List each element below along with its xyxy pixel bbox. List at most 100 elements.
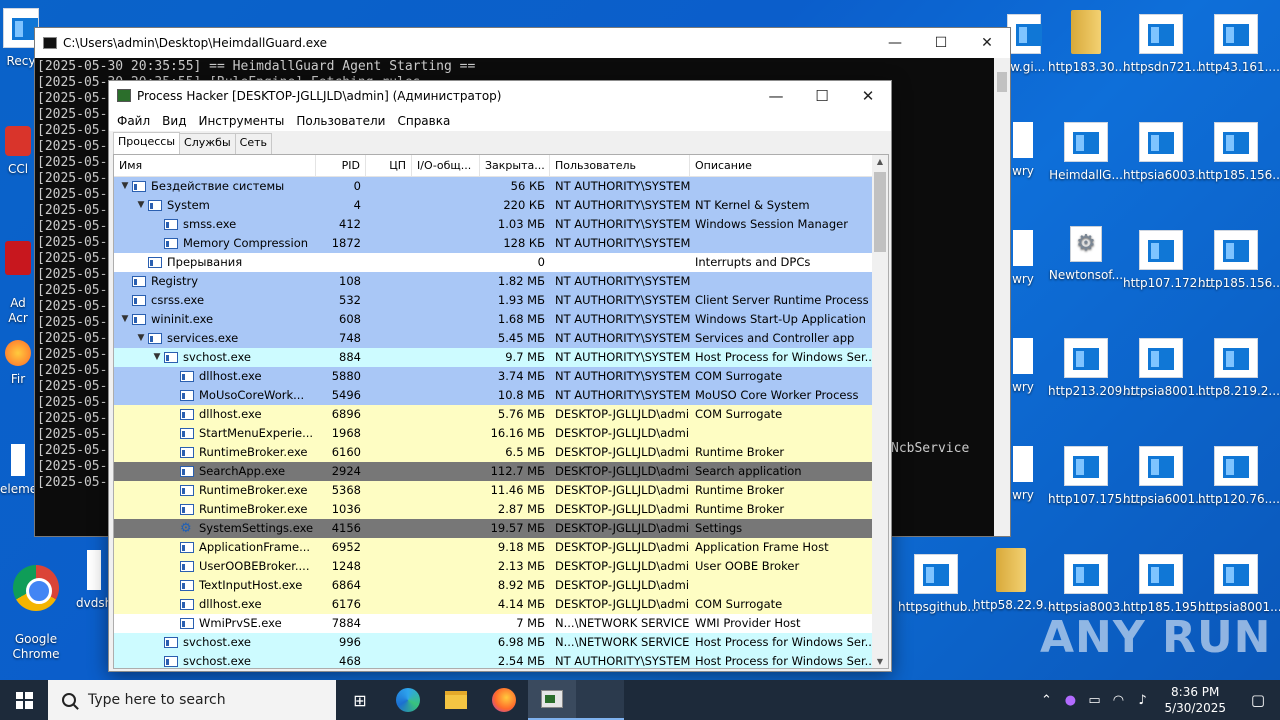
- process-hacker-window[interactable]: Process Hacker [DESKTOP-JGLLJLD\admin] (…: [108, 80, 892, 672]
- expand-arrow-icon[interactable]: ▼: [150, 348, 164, 367]
- desktop-icon[interactable]: http120.76....: [1198, 446, 1280, 507]
- desktop-icon[interactable]: httpsia8003...: [1048, 554, 1132, 615]
- tab-processes[interactable]: Процессы: [113, 132, 181, 154]
- process-row[interactable]: StartMenuExperie... 1968 16.16 МБ DESKTOP-J…: [114, 424, 874, 443]
- process-row[interactable]: SearchApp.exe 2924 112.7 МБ DESKTOP-JGLLJLD…: [114, 462, 874, 481]
- expand-arrow-icon[interactable]: ▼: [134, 196, 148, 215]
- console-titlebar[interactable]: C:\Users\admin\Desktop\HeimdallGuard.exe…: [35, 28, 1010, 58]
- process-row[interactable]: ▼ System 4 220 КБ NT AUTHORITY\SYSTEM NT Kern…: [114, 196, 874, 215]
- desktop-icon[interactable]: httpsia6003...: [1123, 122, 1207, 183]
- desktop-icon-dvdshrink[interactable]: dvdsh: [76, 550, 112, 611]
- process-row[interactable]: ▼ svchost.exe 884 9.7 МБ NT AUTHORITY\SYSTEM…: [114, 348, 874, 367]
- desktop-icon[interactable]: httpsia6001...: [1123, 446, 1207, 507]
- process-row[interactable]: TextInputHost.exe 6864 8.92 МБ DESKTOP-JGLL…: [114, 576, 874, 595]
- scroll-thumb[interactable]: [997, 72, 1007, 92]
- tab-network[interactable]: Сеть: [234, 133, 272, 154]
- scroll-thumb[interactable]: [874, 172, 886, 252]
- desktop-icon[interactable]: httpsdn721...: [1123, 14, 1203, 75]
- taskbar-console[interactable]: [576, 680, 624, 720]
- minimize-button[interactable]: —: [753, 81, 799, 111]
- process-row[interactable]: UserOOBEBroker.... 1248 2.13 МБ DESKTOP-JGL…: [114, 557, 874, 576]
- maximize-button[interactable]: ☐: [918, 28, 964, 58]
- close-button[interactable]: ✕: [845, 81, 891, 111]
- column-header-pid[interactable]: PID: [316, 155, 366, 177]
- scroll-up-icon[interactable]: ▲: [872, 157, 888, 166]
- desktop-icon[interactable]: http107.175....: [1048, 446, 1138, 507]
- desktop-icon-google-chrome[interactable]: Google Chrome: [0, 550, 74, 662]
- notification-icon[interactable]: ▢: [1236, 680, 1280, 720]
- taskbar-edge[interactable]: [384, 680, 432, 720]
- process-row[interactable]: RuntimeBroker.exe 5368 11.46 МБ DESKTOP-JGL…: [114, 481, 874, 500]
- process-row[interactable]: dllhost.exe 5880 3.74 МБ NT AUTHORITY\SYSTE…: [114, 367, 874, 386]
- process-row[interactable]: ▼ Бездействие системы 0 56 КБ NT AUTHORITY\S…: [114, 177, 874, 196]
- taskbar-process-hacker[interactable]: [528, 680, 576, 720]
- process-row[interactable]: WmiPrvSE.exe 7884 7 МБ N...\NETWORK SERVICE…: [114, 614, 874, 633]
- desktop-icon-element[interactable]: eleme: [0, 444, 37, 497]
- column-header-user[interactable]: Пользователь: [550, 155, 690, 177]
- column-header-description[interactable]: Описание: [690, 155, 874, 177]
- menu-tools[interactable]: Инструменты: [192, 111, 290, 131]
- process-row[interactable]: MoUsoCoreWork... 5496 10.8 МБ NT AUTHORITY\…: [114, 386, 874, 405]
- desktop-icon[interactable]: wry: [1006, 338, 1040, 395]
- desktop-icon[interactable]: http213.209....: [1048, 338, 1138, 399]
- minimize-button[interactable]: —: [872, 28, 918, 58]
- console-scrollbar[interactable]: [994, 58, 1010, 536]
- desktop-icon[interactable]: httpsia8001...: [1198, 554, 1280, 615]
- desktop-icon[interactable]: http185.156....: [1198, 122, 1280, 183]
- process-row[interactable]: Прерывания 0 Interrupts and DPCs: [114, 253, 874, 272]
- process-row[interactable]: dllhost.exe 6896 5.76 МБ DESKTOP-JGLLJLD\ad…: [114, 405, 874, 424]
- chevron-up-icon[interactable]: ⌃: [1034, 693, 1058, 708]
- process-row[interactable]: svchost.exe 468 2.54 МБ NT AUTHORITY\SYSTEM…: [114, 652, 874, 668]
- menu-users[interactable]: Пользователи: [290, 111, 391, 131]
- column-header-io[interactable]: I/O-общ...: [412, 155, 480, 177]
- process-row[interactable]: ▼ wininit.exe 608 1.68 МБ NT AUTHORITY\SYSTE…: [114, 310, 874, 329]
- network-icon[interactable]: ▭: [1082, 693, 1106, 708]
- process-list-scrollbar[interactable]: ▲ ▼: [872, 155, 888, 668]
- process-row[interactable]: smss.exe 412 1.03 МБ NT AUTHORITY\SYSTEM Win…: [114, 215, 874, 234]
- menu-view[interactable]: Вид: [156, 111, 192, 131]
- column-header-name[interactable]: Имя: [114, 155, 316, 177]
- process-row[interactable]: ▼ services.exe 748 5.45 МБ NT AUTHORITY\SYST…: [114, 329, 874, 348]
- start-button[interactable]: [0, 680, 48, 720]
- desktop-icon-firefox[interactable]: Fir: [0, 340, 36, 387]
- desktop-icon[interactable]: wry: [1006, 446, 1040, 503]
- desktop-icon[interactable]: http8.219.2....: [1198, 338, 1280, 399]
- process-row[interactable]: Memory Compression 1872 128 КБ NT AUTHORITY…: [114, 234, 874, 253]
- process-row[interactable]: RuntimeBroker.exe 1036 2.87 МБ DESKTOP-JGLL…: [114, 500, 874, 519]
- scroll-down-icon[interactable]: ▼: [872, 657, 888, 666]
- desktop-icon[interactable]: http183.30....: [1048, 10, 1130, 75]
- desktop-icon[interactable]: HeimdallG...: [1048, 122, 1124, 183]
- expand-arrow-icon[interactable]: ▼: [134, 329, 148, 348]
- taskbar-search-box[interactable]: Type here to search: [48, 680, 336, 720]
- desktop-icon-acrobat[interactable]: Ad Acr: [0, 226, 36, 326]
- expand-arrow-icon[interactable]: ▼: [118, 177, 132, 196]
- process-row[interactable]: dllhost.exe 6176 4.14 МБ DESKTOP-JGLLJLD\ad…: [114, 595, 874, 614]
- task-view-button[interactable]: ⊞: [336, 680, 384, 720]
- menu-help[interactable]: Справка: [391, 111, 456, 131]
- desktop-icon[interactable]: ⚙ Newtonsof...: [1048, 226, 1124, 283]
- desktop-icon[interactable]: wry: [1006, 122, 1040, 179]
- close-button[interactable]: ✕: [964, 28, 1010, 58]
- desktop-icon[interactable]: http58.22.9....: [973, 548, 1059, 613]
- desktop-icon-ccleaner[interactable]: CCl: [0, 126, 36, 177]
- process-row[interactable]: svchost.exe 996 6.98 МБ N...\NETWORK SERVIC…: [114, 633, 874, 652]
- desktop-icon[interactable]: httpsia8001...: [1123, 338, 1207, 399]
- process-row[interactable]: Registry 108 1.82 МБ NT AUTHORITY\SYSTEM: [114, 272, 874, 291]
- taskbar-file-explorer[interactable]: [432, 680, 480, 720]
- process-row[interactable]: ⚙ SystemSettings.exe 4156 19.57 МБ DESKTOP-J…: [114, 519, 874, 538]
- process-row[interactable]: csrss.exe 532 1.93 МБ NT AUTHORITY\SYSTEM Cl…: [114, 291, 874, 310]
- tray-app-icon[interactable]: ●: [1058, 693, 1082, 708]
- column-header-cpu[interactable]: ЦП: [366, 155, 412, 177]
- process-row[interactable]: RuntimeBroker.exe 6160 6.5 МБ DESKTOP-JGLLJ…: [114, 443, 874, 462]
- maximize-button[interactable]: ☐: [799, 81, 845, 111]
- taskbar-firefox[interactable]: [480, 680, 528, 720]
- volume-icon[interactable]: ♪: [1130, 693, 1154, 708]
- tab-services[interactable]: Службы: [179, 133, 236, 154]
- clock[interactable]: 8:36 PM 5/30/2025: [1154, 684, 1236, 716]
- desktop-icon[interactable]: http107.172....: [1123, 230, 1213, 291]
- process-row[interactable]: ApplicationFrame... 6952 9.18 МБ DESKTOP-JG…: [114, 538, 874, 557]
- desktop-icon[interactable]: http185.195....: [1123, 554, 1213, 615]
- desktop-icon[interactable]: http43.161....: [1198, 14, 1280, 75]
- ph-titlebar[interactable]: Process Hacker [DESKTOP-JGLLJLD\admin] (…: [109, 81, 891, 111]
- expand-arrow-icon[interactable]: ▼: [118, 310, 132, 329]
